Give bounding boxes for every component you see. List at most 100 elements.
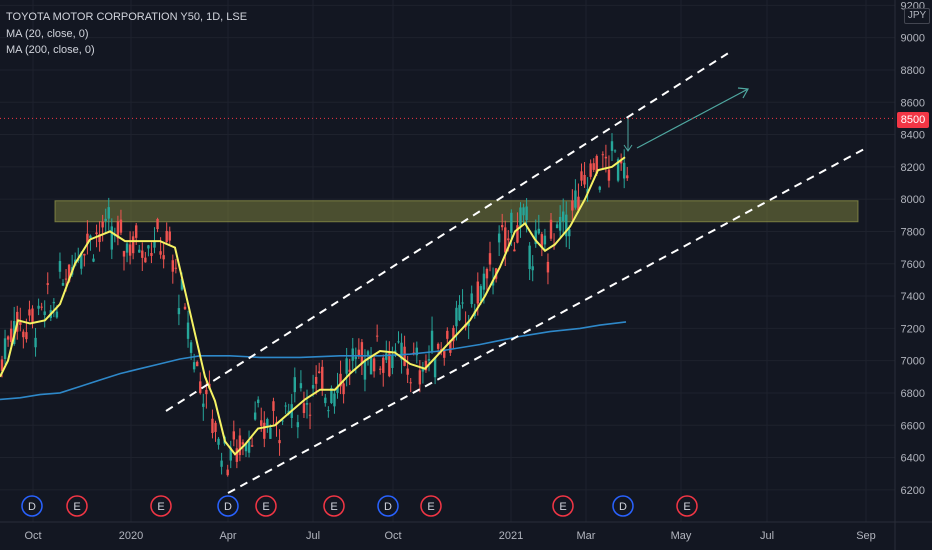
event-label: D: [28, 501, 36, 513]
candle-body: [147, 245, 150, 249]
event-label: E: [683, 501, 690, 513]
candle-body: [272, 401, 275, 411]
ma200-legend[interactable]: MA (200, close, 0): [6, 42, 247, 59]
candle-body: [610, 141, 614, 151]
candle-body: [351, 348, 354, 361]
candle-body: [580, 171, 583, 181]
candle-body: [263, 422, 266, 439]
candle-body: [119, 219, 123, 233]
candle-body: [397, 341, 400, 343]
candle-body: [284, 405, 287, 407]
candle-body: [436, 343, 440, 349]
candle-body: [357, 349, 361, 356]
price-tick-label: 6600: [901, 420, 925, 432]
candle-body: [192, 362, 196, 370]
candle-body: [583, 174, 586, 185]
time-tick-label: 2020: [119, 530, 143, 542]
candle-body: [305, 403, 309, 405]
candle-body: [507, 238, 510, 241]
candle-body: [141, 250, 144, 258]
price-axis[interactable]: 6200 6400 6600 6800 7000 7200 7400 7600 7800 8000…: [901, 0, 925, 497]
candle-body: [348, 369, 351, 372]
candle-body: [260, 420, 263, 426]
candle-body: [3, 338, 7, 359]
candle-body: [379, 368, 382, 370]
candle-body: [461, 302, 464, 304]
candle-body: [101, 221, 104, 228]
candle-body: [125, 243, 129, 253]
candle-body: [626, 175, 629, 179]
dividend-marker: D: [217, 495, 239, 517]
candle-body: [174, 267, 178, 269]
price-tick-label: 7400: [901, 291, 925, 303]
candle-body: [568, 229, 571, 237]
event-label: E: [330, 501, 337, 513]
candle-body: [501, 225, 504, 228]
candle-body: [183, 306, 187, 310]
candle-body: [28, 309, 31, 316]
earnings-marker: E: [66, 495, 88, 517]
dividend-marker: D: [21, 495, 43, 517]
earnings-marker: E: [552, 495, 574, 517]
candle-body: [324, 397, 327, 404]
candle-body: [128, 244, 132, 256]
candle-body: [220, 460, 223, 467]
price-tick-label: 8400: [901, 130, 925, 142]
candle-body: [479, 286, 483, 302]
candle-body: [308, 414, 312, 416]
candle-body: [9, 328, 13, 342]
channel-lower-line: [227, 147, 867, 494]
price-chart[interactable]: 6200 6400 6600 6800 7000 7200 7400 7600 7800 8000…: [0, 0, 932, 550]
candle-body: [186, 322, 190, 339]
candle-body: [327, 410, 330, 412]
grid: [0, 0, 932, 550]
currency-badge[interactable]: JPY: [904, 8, 930, 24]
event-label: E: [262, 501, 269, 513]
candle-body: [342, 383, 345, 395]
candle-body: [138, 249, 141, 253]
candle-body: [623, 162, 626, 179]
candle-body: [321, 366, 324, 390]
candle-body: [205, 389, 208, 395]
candle-body: [278, 440, 281, 444]
candle-body: [83, 253, 86, 256]
candle-body: [250, 445, 254, 447]
candle-body: [43, 311, 46, 316]
time-tick-label: Apr: [219, 530, 236, 542]
candle-body: [257, 399, 260, 404]
price-tick-label: 9000: [901, 33, 925, 45]
time-tick-label: Jul: [760, 530, 774, 542]
candle-body: [363, 360, 367, 380]
candle-body: [458, 304, 461, 321]
time-tick-label: Jul: [306, 530, 320, 542]
ma20-legend[interactable]: MA (20, close, 0): [6, 26, 247, 43]
candle-body: [427, 359, 431, 361]
candle-body: [510, 212, 513, 233]
candle-body: [525, 206, 528, 221]
candle-body: [37, 305, 40, 309]
candle-body: [232, 431, 235, 440]
event-label: D: [384, 501, 392, 513]
candle-body: [64, 278, 68, 280]
candle-body: [345, 358, 348, 374]
candle-body: [110, 226, 113, 250]
candle-body: [34, 337, 37, 348]
candle-body: [211, 418, 214, 434]
candle-body: [391, 355, 394, 368]
candle-body: [522, 207, 525, 216]
time-axis[interactable]: Oct 2020 Apr Jul Oct 2021 Mar May Jul Sep: [24, 530, 875, 542]
candle-body: [168, 231, 171, 241]
candle-body: [189, 342, 193, 353]
event-label: E: [559, 501, 566, 513]
candle-body: [162, 255, 165, 260]
candle-body: [241, 442, 245, 445]
time-tick-label: May: [671, 530, 692, 542]
candle-body: [443, 350, 446, 358]
candle-body: [31, 308, 34, 322]
candle-body: [476, 281, 479, 304]
time-tick-label: Oct: [24, 530, 41, 542]
candle-body: [293, 377, 296, 393]
time-tick-label: 2021: [499, 530, 523, 542]
symbol-title[interactable]: TOYOTA MOTOR CORPORATION Y50, 1D, LSE: [6, 9, 247, 26]
candle-body: [388, 353, 391, 377]
